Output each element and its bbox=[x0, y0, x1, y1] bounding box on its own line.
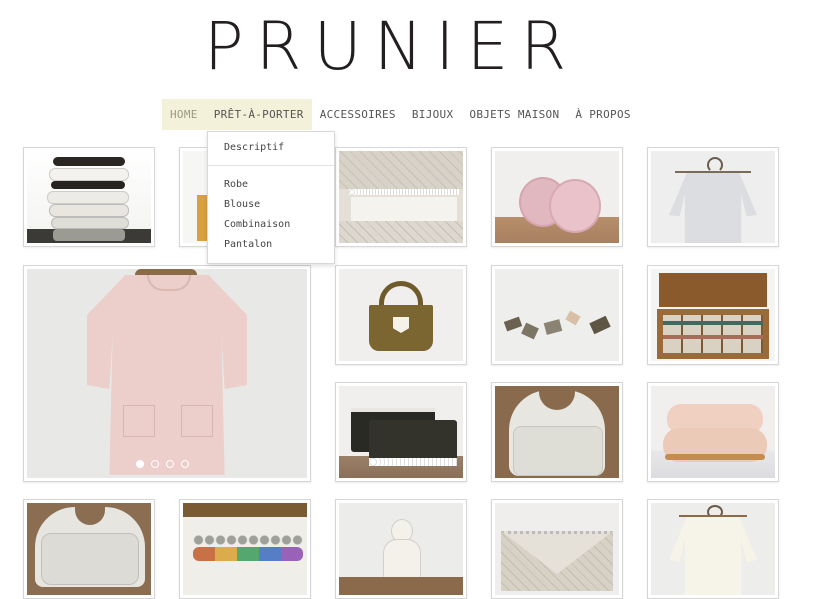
product-thumb-quilted-envelope[interactable] bbox=[491, 499, 623, 599]
nav-pret-a-porter[interactable]: PRÊT-À-PORTER bbox=[205, 99, 312, 130]
product-thumb-white-doll[interactable] bbox=[335, 499, 467, 599]
nav-home[interactable]: HOME bbox=[162, 99, 206, 130]
product-thumb-grey-blouse[interactable] bbox=[647, 147, 779, 247]
slider-dots bbox=[136, 460, 189, 468]
nav-a-propos[interactable]: À PROPOS bbox=[567, 99, 638, 130]
dropdown-divider bbox=[208, 165, 334, 166]
pret-a-porter-dropdown: Descriptif Robe Blouse Combinaison Panta… bbox=[207, 131, 335, 264]
product-thumb-black-pouches[interactable] bbox=[335, 382, 467, 482]
slider-dot-2[interactable] bbox=[151, 460, 159, 468]
product-thumb-white-bibs-stack[interactable] bbox=[23, 499, 155, 599]
dropdown-item-descriptif[interactable]: Descriptif bbox=[208, 138, 334, 158]
main-nav: HOME PRÊT-À-PORTER ACCESSOIRES BIJOUX OB… bbox=[162, 99, 639, 130]
product-thumb-stacked-cushions[interactable] bbox=[23, 147, 155, 247]
nav-objets-maison[interactable]: OBJETS MAISON bbox=[461, 99, 567, 130]
product-thumb-origami-mobile[interactable] bbox=[491, 265, 623, 365]
dropdown-item-blouse[interactable]: Blouse bbox=[208, 195, 334, 215]
product-thumb-beads-tray[interactable] bbox=[179, 499, 311, 599]
product-thumb-cream-blouse[interactable] bbox=[647, 499, 779, 599]
slider-dot-4[interactable] bbox=[181, 460, 189, 468]
nav-bijoux[interactable]: BIJOUX bbox=[404, 99, 462, 130]
product-thumb-white-bibs[interactable] bbox=[491, 382, 623, 482]
product-thumb-pink-round-purses[interactable] bbox=[491, 147, 623, 247]
product-thumb-quilted-pouch-lace[interactable] bbox=[335, 147, 467, 247]
dropdown-item-pantalon[interactable]: Pantalon bbox=[208, 235, 334, 255]
dropdown-item-robe[interactable]: Robe bbox=[208, 175, 334, 195]
featured-slide-pink-dress bbox=[27, 269, 307, 478]
slider-dot-3[interactable] bbox=[166, 460, 174, 468]
product-thumb-olive-tote[interactable] bbox=[335, 265, 467, 365]
product-thumb-peach-pillows[interactable] bbox=[647, 382, 779, 482]
product-thumb-wooden-box[interactable] bbox=[647, 265, 779, 365]
featured-slider[interactable] bbox=[23, 265, 311, 482]
dropdown-item-combinaison[interactable]: Combinaison bbox=[208, 215, 334, 235]
brand-logo[interactable]: PRUNIER bbox=[0, 14, 782, 80]
nav-accessoires[interactable]: ACCESSOIRES bbox=[312, 99, 404, 130]
slider-dot-1[interactable] bbox=[136, 460, 144, 468]
